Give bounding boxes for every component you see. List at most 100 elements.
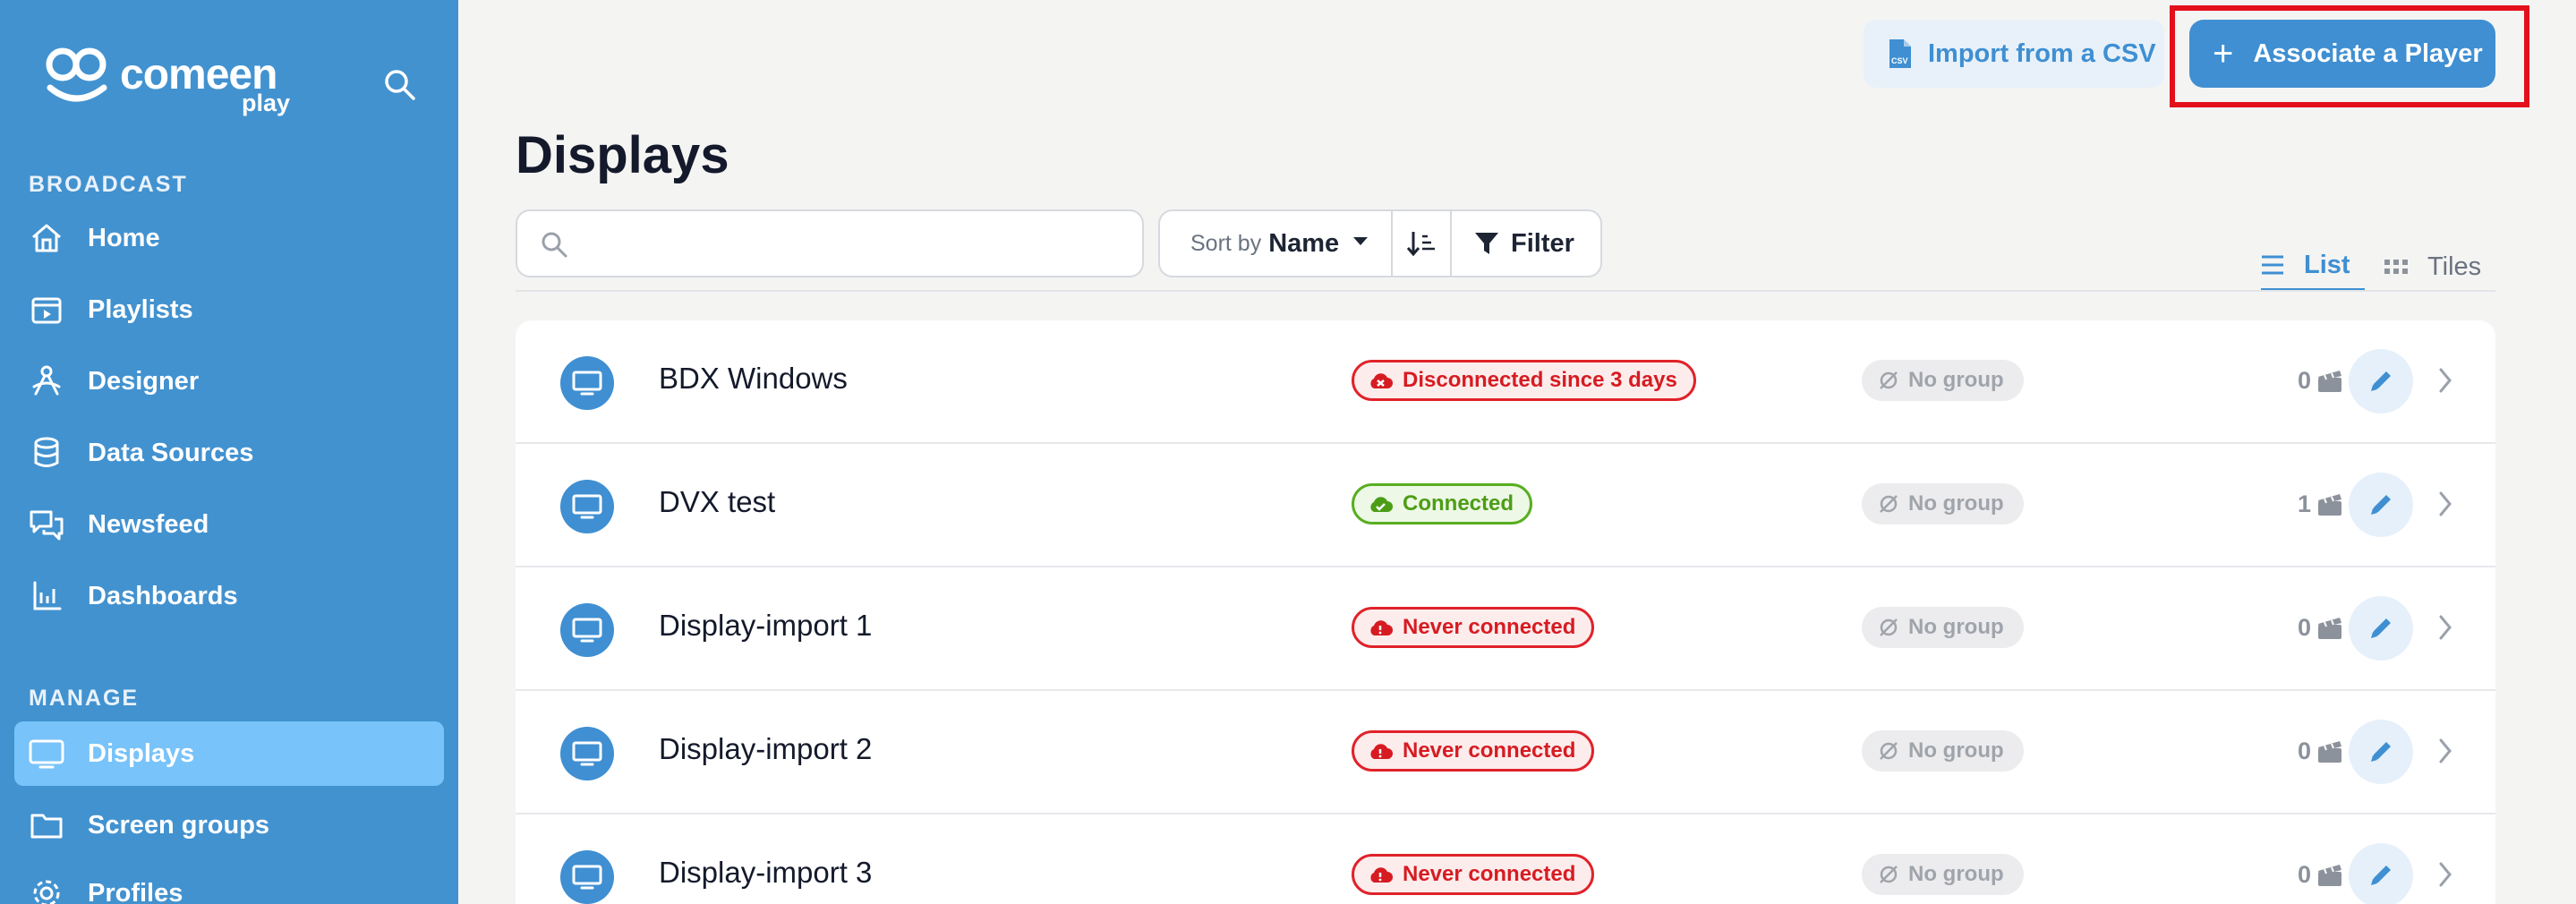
display-row[interactable]: BDX Windows Disconnected since 3 days No…: [516, 320, 2495, 444]
display-name[interactable]: Display-import 2: [659, 732, 872, 766]
search-input[interactable]: [580, 220, 1117, 267]
database-icon: [27, 433, 66, 473]
import-csv-label: Import from a CSV: [1928, 38, 2156, 68]
sidebar-item-playlists[interactable]: Playlists: [14, 277, 444, 342]
sidebar-search-icon[interactable]: [381, 66, 419, 104]
sidebar-item-data-sources[interactable]: Data Sources: [14, 421, 444, 485]
pencil-icon: [2371, 866, 2391, 885]
content-count: 0: [2297, 614, 2311, 641]
comeen-logo-icon: [46, 47, 107, 102]
group-badge: No group: [1862, 854, 2024, 895]
status-badge: Never connected: [1352, 730, 1595, 772]
caret-down-icon: [1352, 235, 1369, 252]
display-name[interactable]: DVX test: [659, 485, 775, 519]
logo-sub: play: [242, 90, 291, 116]
display-name[interactable]: Display-import 3: [659, 856, 872, 890]
sort-controls: Sort by Name Filter: [1158, 209, 1602, 277]
search-icon: [539, 229, 569, 264]
group-badge: No group: [1862, 607, 2024, 648]
status-label: Connected: [1403, 491, 1514, 516]
group-badge: No group: [1862, 360, 2024, 401]
view-list-tab[interactable]: List: [2261, 242, 2365, 292]
designer-icon: [27, 362, 66, 401]
display-name[interactable]: BDX Windows: [659, 362, 848, 396]
sidebar-item-displays[interactable]: Displays: [14, 721, 444, 786]
status-badge: Never connected: [1352, 607, 1595, 648]
list-icon: [2261, 254, 2284, 276]
status-badge: Never connected: [1352, 854, 1595, 895]
sidebar-item-label: Designer: [88, 366, 200, 396]
display-row[interactable]: Display-import 3 Never connected No grou…: [516, 814, 2495, 904]
display-name[interactable]: Display-import 1: [659, 609, 872, 643]
pencil-icon: [2371, 618, 2391, 638]
sidebar-item-screen-groups[interactable]: Screen groups: [14, 793, 444, 857]
view-tiles-label: Tiles: [2427, 252, 2482, 281]
sort-by-dropdown[interactable]: Sort by Name: [1160, 211, 1393, 276]
content-count: 0: [2297, 738, 2311, 764]
group-label: No group: [1908, 862, 2004, 886]
home-icon: [27, 218, 66, 258]
sidebar-item-label: Data Sources: [88, 438, 254, 467]
pencil-icon: [2371, 371, 2391, 391]
import-csv-button[interactable]: CSV Import from a CSV: [1864, 20, 2164, 88]
view-list-label: List: [2304, 250, 2350, 279]
chevron-right-icon[interactable]: [2436, 859, 2454, 894]
sidebar-item-home[interactable]: Home: [14, 206, 444, 270]
search-field[interactable]: [516, 209, 1144, 277]
group-label: No group: [1908, 368, 2004, 392]
status-badge: Connected: [1352, 483, 1533, 524]
sidebar-item-label: Screen groups: [88, 810, 270, 840]
sidebar-item-label: Profiles: [88, 878, 183, 904]
edit-button[interactable]: [2349, 349, 2413, 414]
chevron-right-icon[interactable]: [2436, 489, 2454, 524]
sort-direction-button[interactable]: [1393, 211, 1452, 276]
associate-player-button[interactable]: + Associate a Player: [2189, 20, 2495, 88]
sidebar-item-newsfeed[interactable]: Newsfeed: [14, 492, 444, 557]
chevron-right-icon[interactable]: [2436, 736, 2454, 771]
edit-button[interactable]: [2349, 843, 2413, 904]
content-count: 0: [2297, 861, 2311, 888]
sidebar-item-label: Home: [88, 223, 160, 252]
sidebar-item-profiles[interactable]: Profiles: [14, 861, 444, 904]
group-badge: No group: [1862, 483, 2024, 524]
svg-text:CSV: CSV: [1891, 56, 1908, 65]
sidebar: comeen play BROADCAST Home Playlists Des…: [0, 0, 458, 904]
gear-icon: [27, 874, 66, 904]
chart-icon: [27, 576, 66, 616]
edit-button[interactable]: [2349, 596, 2413, 661]
chat-icon: [27, 505, 66, 544]
edit-button[interactable]: [2349, 720, 2413, 784]
view-tiles-tab[interactable]: Tiles: [2384, 242, 2495, 292]
associate-player-label: Associate a Player: [2253, 38, 2483, 68]
display-row[interactable]: DVX test Connected No group 1: [516, 444, 2495, 567]
display-row[interactable]: Display-import 2 Never connected No grou…: [516, 691, 2495, 814]
chevron-right-icon[interactable]: [2436, 612, 2454, 647]
sidebar-item-label: Playlists: [88, 294, 193, 324]
edit-button[interactable]: [2349, 473, 2413, 537]
page-title: Displays: [516, 126, 729, 184]
display-row[interactable]: Display-import 1 Never connected No grou…: [516, 567, 2495, 691]
sort-by-value: Name: [1268, 228, 1340, 258]
group-label: No group: [1908, 738, 2004, 763]
cloud-alert-icon: [1367, 865, 1394, 884]
comeen-play-logo[interactable]: comeen play: [45, 43, 313, 120]
group-badge: No group: [1862, 730, 2024, 772]
chevron-right-icon[interactable]: [2436, 365, 2454, 400]
status-label: Never connected: [1403, 862, 1576, 886]
sidebar-item-dashboards[interactable]: Dashboards: [14, 564, 444, 628]
clapperboard-icon: [2316, 863, 2343, 892]
clapperboard-icon: [2316, 616, 2343, 645]
status-badge: Disconnected since 3 days: [1352, 360, 1696, 401]
filter-button[interactable]: Filter: [1452, 211, 1600, 276]
sidebar-item-designer[interactable]: Designer: [14, 349, 444, 414]
sidebar-item-label: Dashboards: [88, 581, 238, 610]
cloud-alert-icon: [1367, 741, 1394, 761]
content-count: 1: [2297, 490, 2311, 517]
content-count: 0: [2297, 367, 2311, 394]
status-label: Disconnected since 3 days: [1403, 368, 1677, 392]
no-group-icon: [1878, 740, 1899, 762]
no-group-icon: [1878, 617, 1899, 638]
sort-ascending-icon: [1406, 229, 1437, 258]
no-group-icon: [1878, 493, 1899, 515]
csv-file-icon: CSV: [1887, 38, 1914, 70]
